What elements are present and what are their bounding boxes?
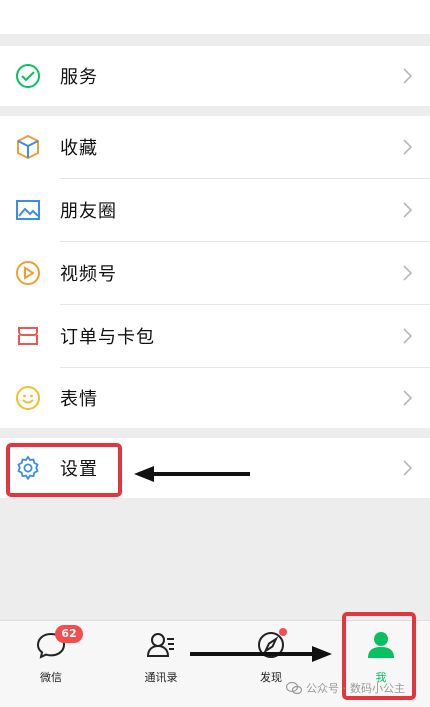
chat-bubble-icon: 62 bbox=[35, 625, 83, 661]
menu-item-label: 收藏 bbox=[60, 138, 98, 159]
unread-badge: 62 bbox=[55, 625, 83, 643]
chevron-right-icon bbox=[403, 328, 413, 344]
chevron-right-icon bbox=[403, 265, 413, 281]
smiley-icon bbox=[14, 384, 42, 412]
me-tab-arrow bbox=[190, 646, 332, 662]
watermark: 公众号 · 数码小公主 bbox=[286, 680, 405, 696]
top-strip bbox=[0, 0, 430, 34]
settings-arrow bbox=[134, 466, 250, 482]
wallet-icon bbox=[14, 62, 42, 90]
menu-item-orders[interactable]: 订单与卡包 bbox=[0, 305, 430, 367]
chevron-right-icon bbox=[403, 139, 413, 155]
menu-item-label: 朋友圈 bbox=[60, 201, 117, 222]
favorites-cube-icon bbox=[14, 133, 42, 161]
menu-item-channels[interactable]: 视频号 bbox=[0, 242, 430, 304]
menu-item-stickers[interactable]: 表情 bbox=[0, 368, 430, 428]
tab-label: 通讯录 bbox=[144, 671, 178, 684]
tab-chats[interactable]: 62 微信 bbox=[8, 625, 94, 695]
menu-item-service[interactable]: 服务 bbox=[0, 46, 430, 106]
service-group: 服务 bbox=[0, 46, 430, 106]
chevron-right-icon bbox=[403, 68, 413, 84]
menu-item-label: 订单与卡包 bbox=[60, 327, 155, 348]
menu-item-label: 服务 bbox=[60, 67, 98, 88]
menu-item-label: 表情 bbox=[60, 389, 98, 410]
chevron-right-icon bbox=[403, 202, 413, 218]
notification-dot bbox=[279, 628, 287, 636]
chevron-right-icon bbox=[403, 390, 413, 406]
play-circle-icon bbox=[14, 259, 42, 287]
card-wallet-icon bbox=[14, 322, 42, 350]
settings-highlight-box bbox=[6, 443, 122, 497]
menu-item-label: 视频号 bbox=[60, 264, 117, 285]
chevron-right-icon bbox=[403, 460, 413, 476]
watermark-prefix: 公众号 · bbox=[306, 682, 346, 695]
wechat-logo-icon bbox=[286, 681, 302, 695]
watermark-name: 数码小公主 bbox=[350, 682, 405, 695]
menu-item-favorites[interactable]: 收藏 bbox=[0, 116, 430, 178]
picture-icon bbox=[14, 196, 42, 224]
main-group: 收藏 朋友圈 视频号 订单与卡包 表情 bbox=[0, 116, 430, 428]
tab-label: 微信 bbox=[40, 671, 62, 684]
menu-item-moments[interactable]: 朋友圈 bbox=[0, 179, 430, 241]
contacts-icon bbox=[145, 629, 177, 661]
